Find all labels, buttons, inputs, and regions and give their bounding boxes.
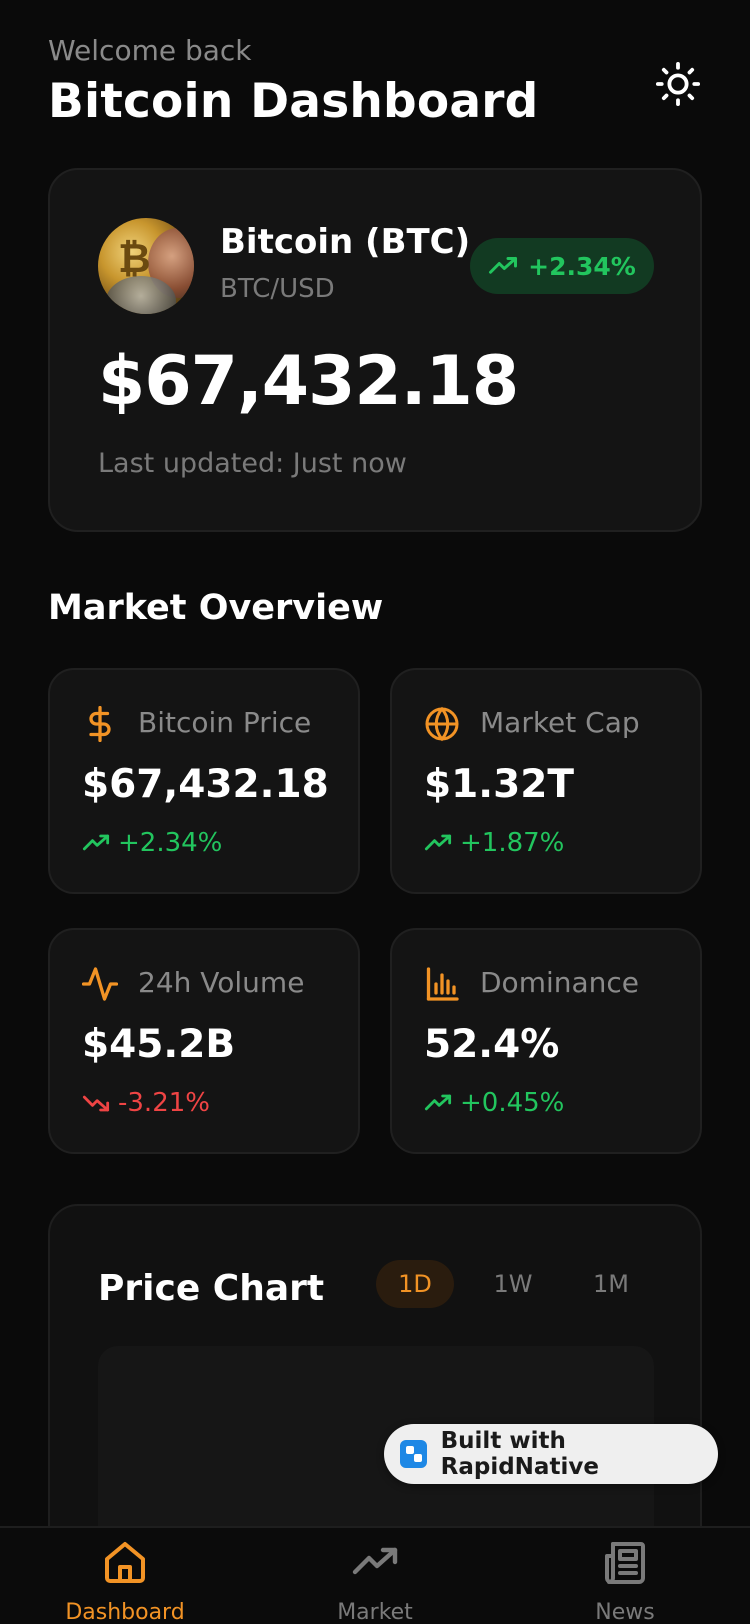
stat-delta: -3.21% xyxy=(82,1088,210,1118)
market-overview-title: Market Overview xyxy=(48,588,384,628)
trending-up-icon xyxy=(489,257,518,274)
coin-name: Bitcoin (BTC) xyxy=(220,222,471,262)
bar-chart-icon xyxy=(426,967,459,1001)
nav-item-market[interactable]: Market xyxy=(295,1538,455,1624)
nav-label: News xyxy=(595,1600,655,1624)
last-updated-text: Last updated: Just now xyxy=(98,448,407,479)
nav-label: Dashboard xyxy=(65,1600,185,1624)
stat-card-bitcoin-price[interactable]: Bitcoin Price $67,432.18 +2.34% xyxy=(48,668,360,894)
activity-icon xyxy=(82,967,118,1001)
dollar-icon xyxy=(89,706,111,742)
built-with-badge[interactable]: Built with RapidNative xyxy=(384,1424,718,1484)
badge-text: Built with RapidNative xyxy=(440,1428,599,1480)
globe-icon xyxy=(425,706,459,742)
range-button-1m[interactable]: 1M xyxy=(572,1260,650,1308)
page-title: Bitcoin Dashboard xyxy=(48,74,539,129)
trending-up-icon xyxy=(424,834,452,851)
stat-value: $45.2B xyxy=(82,1022,236,1067)
stat-card-24h-volume[interactable]: 24h Volume $45.2B -3.21% xyxy=(48,928,360,1154)
nav-label: Market xyxy=(337,1600,413,1624)
stat-card-market-cap[interactable]: Market Cap $1.32T +1.87% xyxy=(390,668,702,894)
stat-value: $1.32T xyxy=(424,762,574,807)
stat-delta-value: -3.21% xyxy=(118,1088,210,1118)
range-button-1w[interactable]: 1W xyxy=(474,1260,552,1308)
coin-pair: BTC/USD xyxy=(220,274,335,304)
nav-item-dashboard[interactable]: Dashboard xyxy=(45,1538,205,1624)
trending-down-icon xyxy=(82,1095,110,1112)
bottom-navigation: Dashboard Market News xyxy=(0,1526,750,1624)
price-chart-title: Price Chart xyxy=(98,1268,325,1309)
range-button-1d[interactable]: 1D xyxy=(376,1260,454,1308)
trending-up-icon xyxy=(82,834,110,851)
stat-delta: +1.87% xyxy=(424,828,564,858)
stat-delta-value: +0.45% xyxy=(460,1088,565,1118)
stat-label: 24h Volume xyxy=(138,966,305,999)
trending-up-icon xyxy=(424,1094,452,1111)
stat-card-dominance[interactable]: Dominance 52.4% +0.45% xyxy=(390,928,702,1154)
stat-label: Bitcoin Price xyxy=(138,706,312,739)
bitcoin-summary-card: ₿ Bitcoin (BTC) BTC/USD +2.34% $67,432.1… xyxy=(48,168,702,532)
stat-value: 52.4% xyxy=(424,1022,560,1067)
home-icon xyxy=(105,1542,145,1583)
bitcoin-coin-image: ₿ xyxy=(98,218,194,314)
current-price: $67,432.18 xyxy=(98,342,519,421)
trending-up-icon xyxy=(352,1547,398,1575)
dashboard-screen: Welcome back Bitcoin Dashboard ₿ Bitcoin… xyxy=(0,0,750,1624)
stat-delta: +0.45% xyxy=(424,1088,564,1118)
stat-delta: +2.34% xyxy=(82,828,222,858)
theme-toggle-button[interactable] xyxy=(652,58,704,110)
sun-icon xyxy=(655,61,701,107)
price-change-value: +2.34% xyxy=(528,251,636,281)
stat-label: Market Cap xyxy=(480,706,640,739)
welcome-text: Welcome back xyxy=(48,34,252,67)
rapidnative-logo-icon xyxy=(400,1440,427,1468)
stat-delta-value: +2.34% xyxy=(118,828,223,858)
newspaper-icon xyxy=(605,1542,645,1584)
stat-label: Dominance xyxy=(480,966,640,999)
price-change-badge: +2.34% xyxy=(470,238,654,294)
stat-delta-value: +1.87% xyxy=(460,828,565,858)
stat-value: $67,432.18 xyxy=(82,762,329,807)
nav-item-news[interactable]: News xyxy=(545,1538,705,1624)
